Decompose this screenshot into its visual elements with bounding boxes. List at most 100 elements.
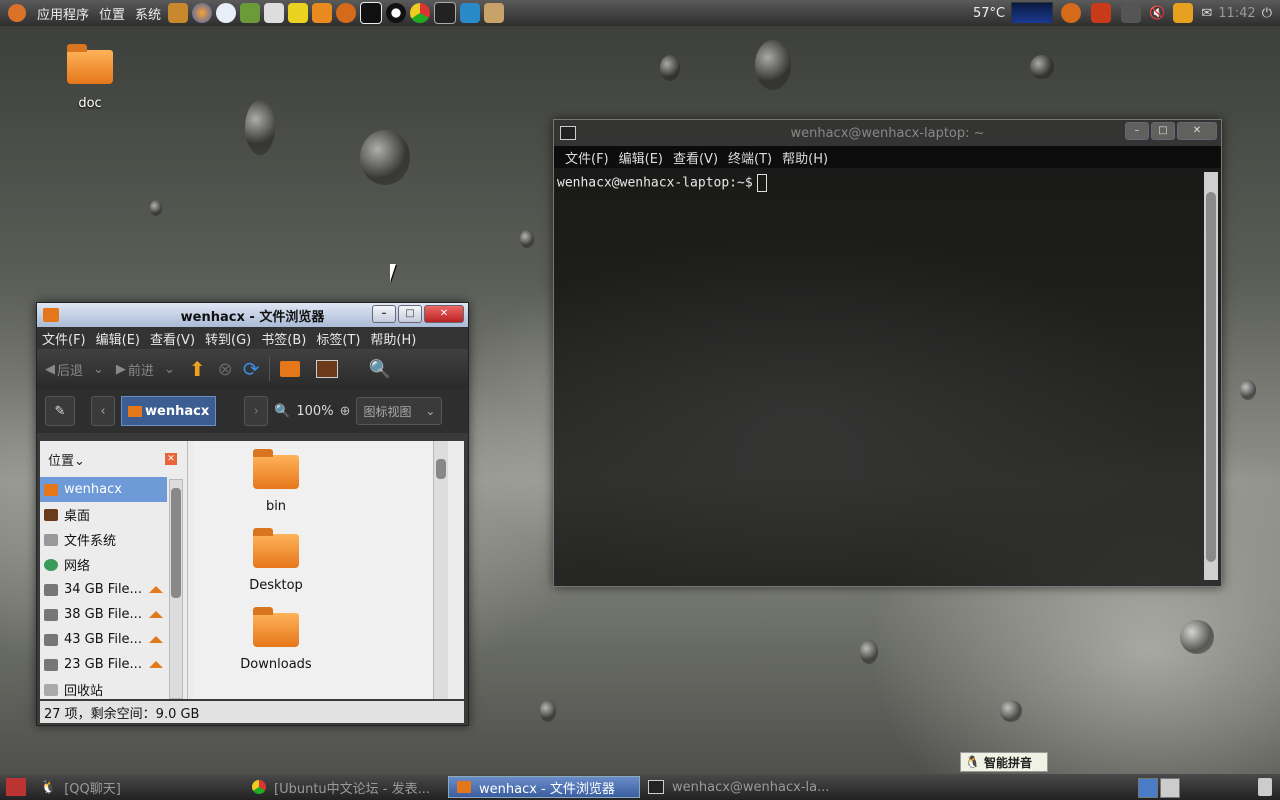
sidebar-scrollbar[interactable]: [169, 479, 183, 699]
sidebar-item-volume-23gb[interactable]: 23 GB File...: [40, 652, 167, 677]
close-button[interactable]: ✕: [1177, 122, 1217, 140]
up-arrow-icon[interactable]: ⬆: [189, 357, 206, 381]
task-file-browser[interactable]: wenhacx - 文件浏览器: [448, 776, 640, 798]
mail-icon[interactable]: ✉: [1201, 6, 1212, 21]
computer-icon[interactable]: [316, 360, 339, 378]
menu-help[interactable]: 帮助(H): [777, 148, 833, 167]
sidebar-item-trash[interactable]: 回收站: [40, 677, 167, 702]
menu-applications[interactable]: 应用程序: [32, 4, 94, 23]
menu-file[interactable]: 文件(F): [560, 148, 614, 167]
task-chrome-forum[interactable]: [Ubuntu中文论坛 - 发表...: [244, 776, 448, 798]
menu-places[interactable]: 位置: [94, 4, 130, 23]
power-icon[interactable]: ⏻: [1262, 6, 1272, 21]
network-icon[interactable]: [460, 3, 481, 23]
tray-app-icon[interactable]: [1091, 3, 1112, 23]
terminal-launcher-icon[interactable]: [434, 2, 457, 24]
breadcrumb[interactable]: wenhacx: [121, 396, 217, 426]
tray-network-icon[interactable]: [1121, 3, 1142, 23]
scrollbar-thumb[interactable]: [1206, 192, 1216, 562]
obs-icon[interactable]: [360, 2, 383, 24]
home-icon[interactable]: [280, 361, 301, 377]
scrollbar-thumb[interactable]: [171, 488, 181, 598]
desktop-icon-doc[interactable]: doc: [62, 44, 118, 111]
menu-view[interactable]: 查看(V): [668, 148, 723, 167]
clock[interactable]: 11:42: [1218, 6, 1255, 21]
ubuntu-logo-icon[interactable]: [8, 4, 26, 22]
menu-edit[interactable]: 编辑(E): [91, 329, 145, 348]
menu-file[interactable]: 文件(F): [37, 329, 91, 348]
workspace-2[interactable]: [1160, 778, 1180, 798]
accessibility-icon[interactable]: [216, 3, 237, 23]
tray-orange-icon[interactable]: [1173, 3, 1194, 23]
qq-icon[interactable]: [386, 3, 407, 23]
chrome-icon[interactable]: [410, 3, 431, 23]
volume-muted-icon[interactable]: 🔇: [1149, 6, 1165, 21]
file-icon-view[interactable]: bin Desktop Downloads: [193, 441, 448, 699]
maximize-button[interactable]: □: [398, 305, 422, 323]
show-desktop-icon[interactable]: [6, 778, 26, 796]
zoom-out-icon[interactable]: 🔍: [274, 404, 290, 419]
book-icon[interactable]: [240, 3, 261, 23]
search-icon[interactable]: 🔍: [368, 359, 390, 380]
app-orange-icon[interactable]: [312, 3, 333, 23]
ime-indicator[interactable]: 🐧 智能拼音: [960, 752, 1048, 772]
zoom-in-icon[interactable]: ⊕: [340, 404, 351, 419]
launcher-app1-icon[interactable]: [168, 3, 189, 23]
menu-system[interactable]: 系统: [130, 4, 166, 23]
terminal-screen[interactable]: wenhacx@wenhacx-laptop:~$: [557, 172, 1201, 582]
menu-terminal[interactable]: 终端(T): [723, 148, 777, 167]
menu-edit[interactable]: 编辑(E): [614, 148, 668, 167]
eject-icon[interactable]: [149, 611, 163, 618]
workspace-1[interactable]: [1138, 778, 1158, 798]
task-qq-chat[interactable]: 🐧 [QQ聊天]: [32, 776, 244, 798]
menu-tabs[interactable]: 标签(T): [311, 329, 365, 348]
eject-icon[interactable]: [149, 636, 163, 643]
file-item[interactable]: Downloads: [231, 607, 321, 672]
terminal-scrollbar[interactable]: [1204, 172, 1218, 580]
eject-icon[interactable]: [149, 586, 163, 593]
sidebar-item-desktop[interactable]: 桌面: [40, 502, 167, 527]
menu-bookmarks[interactable]: 书签(B): [256, 329, 311, 348]
trash-icon[interactable]: [1258, 778, 1272, 796]
toggle-location-button[interactable]: ✎: [45, 396, 75, 426]
terminal-titlebar[interactable]: wenhacx@wenhacx-laptop: ~ – □ ✕: [554, 120, 1221, 146]
file-browser-titlebar[interactable]: wenhacx - 文件浏览器 – □ ✕: [37, 303, 468, 327]
cpu-monitor-graph[interactable]: [1011, 2, 1054, 24]
menu-view[interactable]: 查看(V): [145, 329, 200, 348]
forward-button[interactable]: ▶ 前进 ⌄: [116, 360, 175, 379]
reload-icon[interactable]: ⟳: [243, 357, 260, 381]
task-terminal[interactable]: wenhacx@wenhacx-la...: [640, 776, 846, 798]
minimize-button[interactable]: –: [372, 305, 396, 323]
terminal-window[interactable]: wenhacx@wenhacx-laptop: ~ – □ ✕ 文件(F) 编辑…: [553, 119, 1222, 587]
send-icon[interactable]: [288, 3, 309, 23]
close-button[interactable]: ✕: [424, 305, 464, 323]
workspace-switcher[interactable]: [1138, 778, 1180, 798]
sidebar-item-network[interactable]: 网络: [40, 552, 167, 577]
minimize-button[interactable]: –: [1125, 122, 1149, 140]
icon-view-scrollbar[interactable]: [433, 441, 448, 699]
rabbit-icon[interactable]: [484, 3, 505, 23]
editor-icon[interactable]: [264, 3, 285, 23]
sidebar-item-volume-38gb[interactable]: 38 GB File...: [40, 602, 167, 627]
menu-help[interactable]: 帮助(H): [365, 329, 421, 348]
sidebar-item-filesystem[interactable]: 文件系统: [40, 527, 167, 552]
file-item[interactable]: bin: [231, 449, 321, 514]
path-right-button[interactable]: ›: [244, 396, 269, 426]
basketball-icon[interactable]: [336, 3, 357, 23]
sidebar-item-home[interactable]: wenhacx: [40, 477, 167, 502]
maximize-button[interactable]: □: [1151, 122, 1175, 140]
sidebar-item-volume-43gb[interactable]: 43 GB File...: [40, 627, 167, 652]
view-mode-select[interactable]: 图标视图 ⌄: [356, 397, 443, 425]
eject-icon[interactable]: [149, 661, 163, 668]
stop-icon[interactable]: ⊗: [218, 359, 233, 380]
file-browser-window[interactable]: wenhacx - 文件浏览器 – □ ✕ 文件(F) 编辑(E) 查看(V) …: [36, 302, 469, 726]
tray-basketball-icon[interactable]: [1061, 3, 1082, 23]
menu-go[interactable]: 转到(G): [200, 329, 256, 348]
firefox-icon[interactable]: [192, 3, 213, 23]
back-button[interactable]: ◀ 后退 ⌄: [45, 360, 104, 379]
sidebar-item-volume-34gb[interactable]: 34 GB File...: [40, 577, 167, 602]
scrollbar-thumb[interactable]: [436, 459, 446, 479]
path-left-button[interactable]: ‹: [91, 396, 115, 426]
sidebar-header[interactable]: 位置⌄ ✕: [40, 441, 187, 477]
file-item[interactable]: Desktop: [231, 528, 321, 593]
